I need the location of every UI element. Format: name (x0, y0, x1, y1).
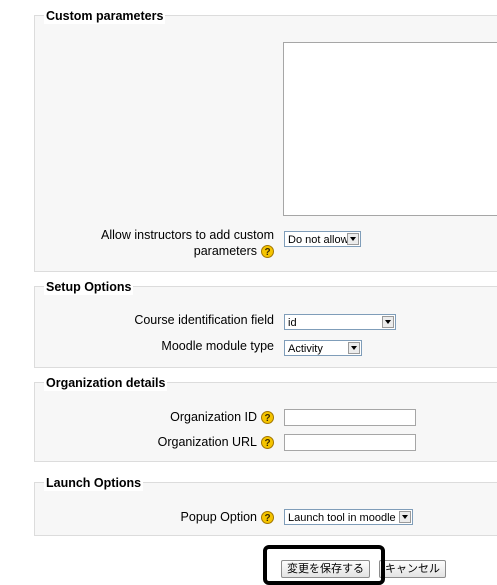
organization-details-fieldset: Organization details Organization ID? Or… (34, 375, 497, 462)
organization-url-label: Organization URL? (35, 434, 274, 450)
moodle-module-type-value: Activity (288, 343, 323, 355)
help-icon[interactable]: ? (261, 436, 274, 450)
popup-option-label-text: Popup Option (180, 510, 257, 524)
allow-custom-parameters-label-line2-wrap: parameters? (35, 243, 274, 259)
allow-custom-parameters-label-line2: parameters (193, 244, 257, 258)
organization-id-label-text: Organization ID (170, 410, 257, 424)
allow-custom-parameters-value: Do not allow (288, 234, 349, 246)
help-icon[interactable]: ? (261, 411, 274, 425)
chevron-down-icon (382, 316, 394, 328)
setup-options-legend: Setup Options (44, 279, 134, 295)
course-identification-value: id (288, 317, 297, 329)
chevron-down-icon (399, 511, 411, 523)
custom-parameters-textarea[interactable] (283, 42, 497, 216)
organization-details-legend: Organization details (44, 375, 168, 391)
custom-parameters-legend: Custom parameters (44, 8, 166, 24)
custom-parameters-fieldset: Custom parameters Allow instructors to a… (34, 8, 497, 272)
course-identification-select[interactable]: id (284, 314, 396, 330)
launch-options-fieldset: Launch Options Popup Option? Launch tool… (34, 475, 497, 536)
help-icon[interactable]: ? (261, 245, 274, 259)
launch-options-legend: Launch Options (44, 475, 144, 491)
popup-option-label: Popup Option? (35, 509, 274, 525)
chevron-down-icon (348, 342, 360, 354)
setup-options-fieldset: Setup Options Course identification fiel… (34, 279, 497, 368)
allow-custom-parameters-label-line1: Allow instructors to add custom (101, 228, 274, 242)
organization-id-label: Organization ID? (35, 409, 274, 425)
chevron-down-icon (347, 233, 359, 245)
popup-option-select[interactable]: Launch tool in moodle (284, 509, 413, 525)
course-identification-label: Course identification field (134, 313, 274, 327)
moodle-module-type-label: Moodle module type (161, 339, 274, 353)
allow-custom-parameters-label: Allow instructors to add custom paramete… (35, 227, 274, 259)
save-button-highlight (263, 545, 385, 585)
help-icon[interactable]: ? (261, 511, 274, 525)
popup-option-value: Launch tool in moodle (288, 512, 396, 524)
moodle-module-type-select[interactable]: Activity (284, 340, 362, 356)
allow-custom-parameters-select[interactable]: Do not allow (284, 231, 361, 247)
organization-url-input[interactable] (284, 434, 416, 451)
cancel-button[interactable]: キャンセル (379, 560, 446, 578)
organization-id-input[interactable] (284, 409, 416, 426)
organization-url-label-text: Organization URL (157, 435, 257, 449)
